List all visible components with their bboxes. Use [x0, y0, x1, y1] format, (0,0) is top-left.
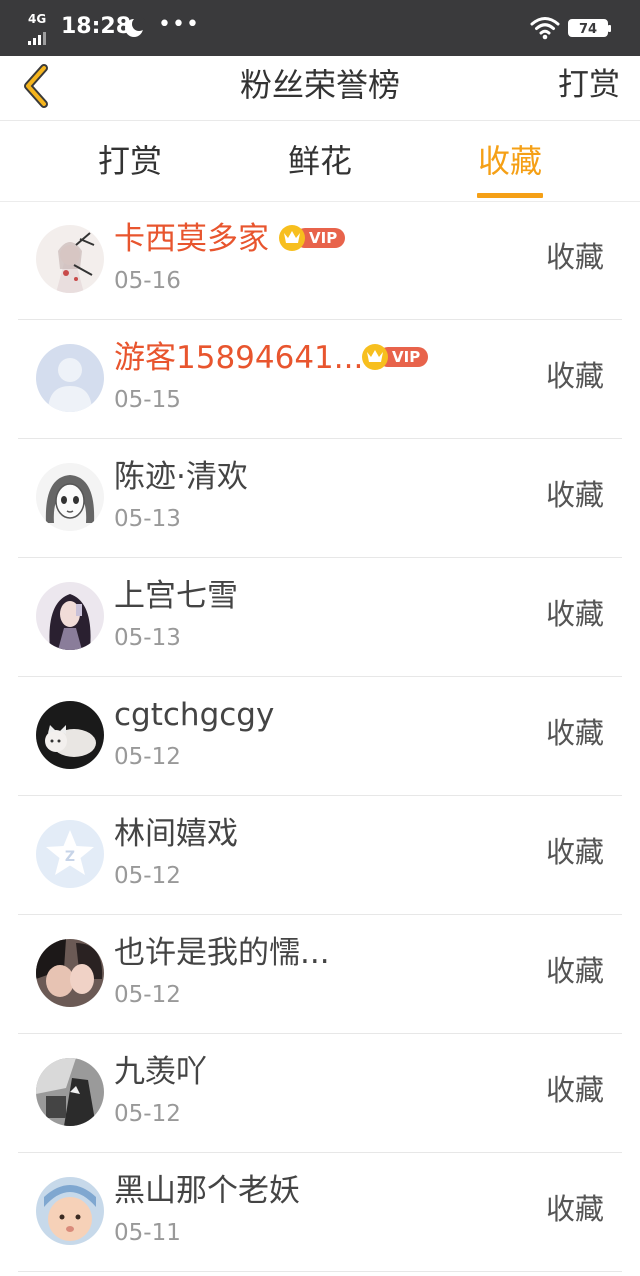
- network-type: 4G: [28, 12, 47, 26]
- battery-level: 74: [578, 22, 598, 37]
- dark-hair-girl-avatar-icon: [36, 582, 104, 650]
- tab-tip[interactable]: 打赏: [60, 121, 200, 201]
- top-nav-bar: 粉丝荣誉榜 打赏: [0, 56, 640, 121]
- favorite-action-label: 收藏: [545, 478, 604, 512]
- list-item[interactable]: 游客15894641... VIP 05-15 收藏: [0, 320, 640, 439]
- page-title: 粉丝荣誉榜: [239, 66, 400, 104]
- favorite-action-label: 收藏: [545, 1073, 604, 1107]
- fan-date: 05-12: [114, 1101, 181, 1127]
- avatar[interactable]: [36, 1058, 104, 1126]
- fan-name: 卡西莫多家: [114, 221, 269, 257]
- fan-date: 05-13: [114, 506, 181, 532]
- battery-icon: 74: [568, 19, 611, 37]
- fan-name: 也许是我的懦...: [114, 935, 330, 971]
- active-tab-indicator: [477, 193, 543, 198]
- avatar[interactable]: [36, 463, 104, 531]
- favorite-action-label: 收藏: [545, 597, 604, 631]
- tab-flowers[interactable]: 鲜花: [250, 121, 390, 201]
- list-item[interactable]: 陈迹·清欢 05-13 收藏: [0, 439, 640, 558]
- cellular-signal-icon: 4G: [26, 12, 56, 45]
- sketch-girl-avatar-icon: [36, 463, 104, 531]
- fan-name: cgtchgcgy: [114, 697, 275, 733]
- tab-bar: 打赏 鲜花 收藏: [0, 121, 640, 202]
- anime-girl-avatar-icon: [36, 225, 104, 293]
- status-bar: 4G 18:28 ••• 74: [0, 0, 640, 56]
- crown-icon: [279, 225, 305, 251]
- favorite-action-label: 收藏: [545, 835, 604, 869]
- wifi-icon: [530, 17, 560, 40]
- fan-name: 上宫七雪: [114, 578, 238, 614]
- avatar[interactable]: Z: [36, 820, 104, 888]
- avatar[interactable]: [36, 939, 104, 1007]
- favorite-action-label: 收藏: [545, 1192, 604, 1226]
- favorite-action-label: 收藏: [545, 359, 604, 393]
- avatar[interactable]: [36, 225, 104, 293]
- fan-name: 九羡吖: [114, 1054, 207, 1090]
- avatar[interactable]: [36, 582, 104, 650]
- favorite-action-label: 收藏: [545, 954, 604, 988]
- tip-button[interactable]: 打赏: [558, 56, 620, 120]
- cat-photo-avatar-icon: [36, 701, 104, 769]
- fan-date: 05-12: [114, 744, 181, 770]
- do-not-disturb-icon: [125, 17, 146, 37]
- couple-photo-avatar-icon: [36, 939, 104, 1007]
- fan-name: 黑山那个老妖: [114, 1173, 300, 1209]
- list-item[interactable]: 也许是我的懦... 05-12 收藏: [0, 915, 640, 1034]
- fan-date: 05-12: [114, 863, 181, 889]
- status-time: 18:28: [61, 14, 132, 39]
- default-user-avatar-icon: [36, 344, 104, 412]
- fan-date: 05-11: [114, 1220, 181, 1246]
- list-item[interactable]: 上宫七雪 05-13 收藏: [0, 558, 640, 677]
- fan-date: 05-16: [114, 268, 181, 294]
- back-arrow-icon[interactable]: [18, 62, 52, 112]
- qq-star-avatar-icon: Z: [36, 820, 104, 888]
- list-item[interactable]: Z 林间嬉戏 05-12 收藏: [0, 796, 640, 915]
- favorite-action-label: 收藏: [545, 716, 604, 750]
- svg-text:Z: Z: [65, 849, 75, 865]
- list-item[interactable]: 九羡吖 05-12 收藏: [0, 1034, 640, 1153]
- crown-icon: [362, 344, 388, 370]
- avatar[interactable]: [36, 701, 104, 769]
- list-item[interactable]: 黑山那个老妖 05-11 收藏: [0, 1153, 640, 1272]
- fan-date: 05-13: [114, 625, 181, 651]
- favorite-action-label: 收藏: [545, 240, 604, 274]
- more-notifications-icon: •••: [158, 12, 200, 37]
- fan-name: 游客15894641...: [114, 340, 364, 376]
- fan-date: 05-15: [114, 387, 181, 413]
- list-item[interactable]: cgtchgcgy 05-12 收藏: [0, 677, 640, 796]
- avatar[interactable]: [36, 344, 104, 412]
- list-item[interactable]: 卡西莫多家 VIP 05-16 收藏: [0, 201, 640, 320]
- fan-list: 卡西莫多家 VIP 05-16 收藏 游客15894641... VIP 05-…: [0, 201, 640, 1272]
- tab-favorites[interactable]: 收藏: [440, 121, 580, 201]
- fan-name: 林间嬉戏: [114, 816, 238, 852]
- bw-photo-avatar-icon: [36, 1058, 104, 1126]
- baby-photo-avatar-icon: [36, 1177, 104, 1245]
- fan-name: 陈迹·清欢: [114, 459, 248, 495]
- avatar[interactable]: [36, 1177, 104, 1245]
- fan-date: 05-12: [114, 982, 181, 1008]
